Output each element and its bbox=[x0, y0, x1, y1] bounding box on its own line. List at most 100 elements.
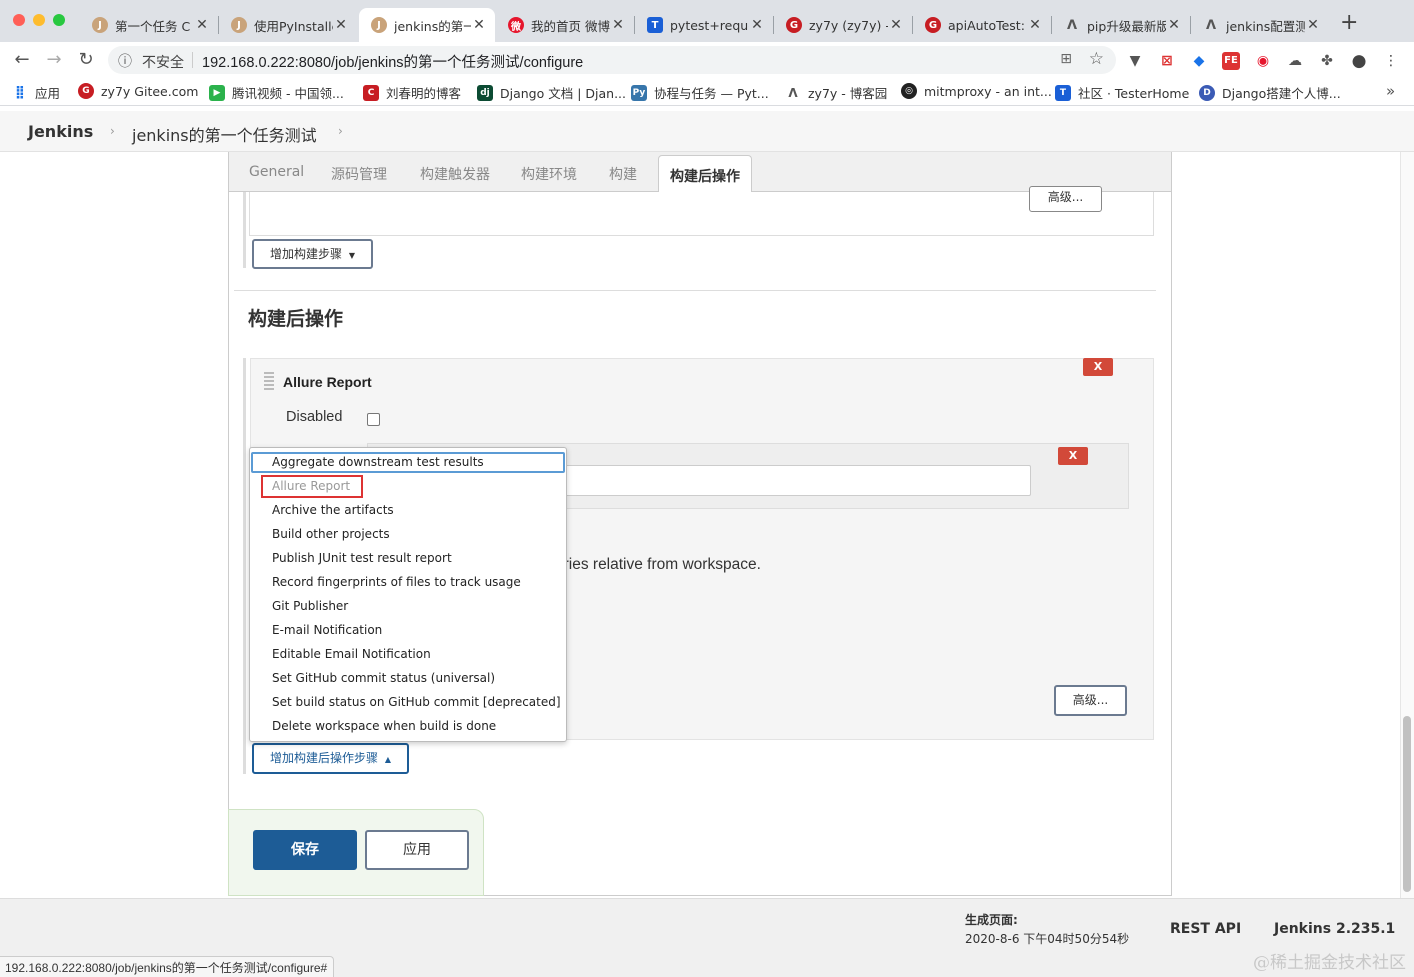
breadcrumb-jenkins[interactable]: Jenkins bbox=[28, 122, 93, 141]
tab-close-icon[interactable]: ✕ bbox=[610, 17, 626, 33]
delete-step-button[interactable]: X bbox=[1083, 358, 1113, 376]
add-post-build-step-button[interactable]: 增加构建后操作步骤 ▲ bbox=[252, 743, 409, 774]
forward-arrow-icon[interactable]: → bbox=[42, 48, 66, 72]
weibo-icon: 微 bbox=[508, 17, 524, 33]
breadcrumb-job[interactable]: jenkins的第一个任务测试 bbox=[132, 122, 317, 146]
drag-handle-icon[interactable] bbox=[264, 372, 274, 392]
menu-item-email-notification[interactable]: E-mail Notification bbox=[272, 620, 382, 640]
menu-item-aggregate-downstream[interactable]: Aggregate downstream test results bbox=[272, 452, 484, 472]
tab-close-icon[interactable]: ✕ bbox=[333, 17, 349, 33]
apply-button[interactable]: 应用 bbox=[365, 830, 469, 870]
extension-cloud-icon[interactable]: ☁ bbox=[1286, 52, 1304, 70]
build-step-box bbox=[249, 192, 1154, 236]
bookmark-star-icon[interactable]: ☆ bbox=[1089, 49, 1104, 69]
bookmark-item[interactable]: ▶ 腾讯视频 - 中国领... bbox=[209, 83, 344, 102]
new-tab-button[interactable]: + bbox=[1340, 12, 1358, 34]
tab-close-icon[interactable]: ✕ bbox=[1166, 17, 1182, 33]
tab-close-icon[interactable]: ✕ bbox=[194, 17, 210, 33]
menu-item-delete-workspace[interactable]: Delete workspace when build is done bbox=[272, 716, 496, 736]
extension-vue-icon[interactable]: ▼ bbox=[1126, 52, 1144, 70]
section-title: 构建后操作 bbox=[248, 308, 344, 330]
tab-environment[interactable]: 构建环境 bbox=[521, 164, 577, 184]
menu-item-record-fingerprints[interactable]: Record fingerprints of files to track us… bbox=[272, 572, 521, 592]
browser-tab[interactable]: G apiAutoTest: ✕ bbox=[913, 8, 1051, 42]
tab-post-build[interactable]: 构建后操作 bbox=[658, 155, 752, 193]
disabled-label: Disabled bbox=[286, 409, 343, 425]
profile-avatar-icon[interactable]: ● bbox=[1350, 52, 1368, 70]
browser-tab[interactable]: G zy7y (zy7y) - ✕ bbox=[774, 8, 912, 42]
bookmark-item[interactable]: D Django搭建个人博... bbox=[1199, 83, 1341, 102]
section-rail bbox=[243, 358, 246, 774]
tab-close-icon[interactable]: ✕ bbox=[471, 17, 487, 33]
extensions-puzzle-icon[interactable]: ✤ bbox=[1318, 52, 1336, 70]
browser-tab-active[interactable]: J jenkins的第一 ✕ bbox=[359, 8, 495, 42]
address-bar[interactable]: ⓘ 不安全 192.168.0.222:8080/job/jenkins的第一个… bbox=[108, 46, 1116, 74]
bookmark-item[interactable]: T 社区 · TesterHome bbox=[1055, 83, 1189, 102]
scrollbar-thumb[interactable] bbox=[1403, 716, 1411, 892]
bookmark-item[interactable]: ◎ mitmproxy - an int... bbox=[901, 83, 1052, 99]
cnblogs-icon: ⴷ bbox=[788, 85, 798, 100]
bookmark-item[interactable]: dj Django 文档 | Djan... bbox=[477, 83, 626, 102]
bookmarks-bar: ⣿ 应用 Gzy7y Gitee.com ▶ 腾讯视频 - 中国领... C 刘春明的… bbox=[0, 78, 1414, 106]
tab-close-icon[interactable]: ✕ bbox=[749, 17, 765, 33]
info-icon[interactable]: ⓘ bbox=[118, 51, 132, 71]
translate-icon[interactable]: ⊞ bbox=[1060, 51, 1072, 67]
menu-item-publish-junit[interactable]: Publish JUnit test result report bbox=[272, 548, 452, 568]
bookmark-item[interactable]: ⣿ 应用 bbox=[12, 83, 60, 102]
rest-api-link[interactable]: REST API bbox=[1170, 921, 1241, 937]
browser-tab[interactable]: J 第一个任务 C ✕ bbox=[80, 8, 218, 42]
window-close-button[interactable] bbox=[13, 14, 25, 26]
tab-close-icon[interactable]: ✕ bbox=[1305, 17, 1321, 33]
extension-c-icon[interactable]: ⊠ bbox=[1158, 52, 1176, 70]
extension-weibo-icon[interactable]: ◉ bbox=[1254, 52, 1272, 70]
tab-scm[interactable]: 源码管理 bbox=[331, 164, 387, 184]
url-text[interactable]: 192.168.0.222:8080/job/jenkins的第一个任务测试/c… bbox=[202, 51, 583, 72]
blog-icon: D bbox=[1199, 84, 1215, 101]
tab-close-icon[interactable]: ✕ bbox=[888, 17, 904, 33]
extension-fe-icon[interactable]: FE bbox=[1222, 52, 1240, 70]
browser-tab[interactable]: T pytest+reque ✕ bbox=[635, 8, 773, 42]
back-arrow-icon[interactable]: ← bbox=[10, 48, 34, 72]
menu-item-github-build-status[interactable]: Set build status on GitHub commit [depre… bbox=[272, 692, 561, 712]
generated-time: 2020-8-6 下午04时50分54秒 bbox=[965, 932, 1130, 946]
tab-close-icon[interactable]: ✕ bbox=[1027, 17, 1043, 33]
bookmarks-overflow-icon[interactable]: » bbox=[1386, 82, 1395, 100]
jenkins-icon: J bbox=[92, 17, 108, 33]
extension-bird-icon[interactable]: ◆ bbox=[1190, 52, 1208, 70]
menu-item-allure-report[interactable]: Allure Report bbox=[272, 476, 350, 496]
menu-item-build-other-projects[interactable]: Build other projects bbox=[272, 524, 390, 544]
menu-item-github-commit-status[interactable]: Set GitHub commit status (universal) bbox=[272, 668, 495, 688]
window-maximize-button[interactable] bbox=[53, 14, 65, 26]
chevron-right-icon[interactable]: › bbox=[338, 124, 343, 138]
bookmark-item[interactable]: Py 协程与任务 — Pyt... bbox=[631, 83, 769, 102]
disabled-checkbox[interactable] bbox=[367, 413, 380, 426]
tab-triggers[interactable]: 构建触发器 bbox=[420, 164, 490, 184]
results-path-hint: ories relative from workspace. bbox=[555, 556, 761, 573]
generated-label: 生成页面: bbox=[965, 913, 1018, 927]
results-path-input[interactable] bbox=[540, 465, 1031, 496]
tab-build[interactable]: 构建 bbox=[609, 164, 637, 184]
tab-general[interactable]: General bbox=[249, 164, 304, 180]
apps-grid-icon: ⣿ bbox=[14, 85, 26, 100]
allure-advanced-button[interactable]: 高级... bbox=[1054, 685, 1127, 716]
save-button[interactable]: 保存 bbox=[253, 830, 357, 870]
bookmark-item[interactable]: ⴷ zy7y - 博客园 bbox=[785, 83, 887, 102]
bookmark-item[interactable]: Gzy7y Gitee.com bbox=[78, 83, 198, 99]
menu-item-editable-email[interactable]: Editable Email Notification bbox=[272, 644, 431, 664]
jenkins-version-link[interactable]: Jenkins 2.235.1 bbox=[1274, 921, 1395, 937]
menu-item-git-publisher[interactable]: Git Publisher bbox=[272, 596, 348, 616]
add-build-step-button[interactable]: 增加构建步骤 ▼ bbox=[252, 239, 373, 269]
browser-tab[interactable]: J 使用PyInstalle ✕ bbox=[219, 8, 357, 42]
window-minimize-button[interactable] bbox=[33, 14, 45, 26]
browser-menu-icon[interactable]: ⋮ bbox=[1382, 52, 1400, 70]
build-advanced-button[interactable]: 高级... bbox=[1029, 186, 1102, 212]
section-rail bbox=[243, 192, 246, 268]
jenkins-icon: J bbox=[231, 17, 247, 33]
browser-tab[interactable]: 微 我的首页 微博 ✕ bbox=[496, 8, 634, 42]
delete-path-button[interactable]: X bbox=[1058, 447, 1088, 465]
browser-tab[interactable]: ⴷ pip升级最新版 ✕ bbox=[1052, 8, 1190, 42]
browser-tab[interactable]: ⴷ jenkins配置测 ✕ bbox=[1191, 8, 1329, 42]
menu-item-archive-artifacts[interactable]: Archive the artifacts bbox=[272, 500, 394, 520]
reload-icon[interactable]: ↻ bbox=[74, 48, 98, 72]
bookmark-item[interactable]: C 刘春明的博客 bbox=[363, 83, 461, 102]
